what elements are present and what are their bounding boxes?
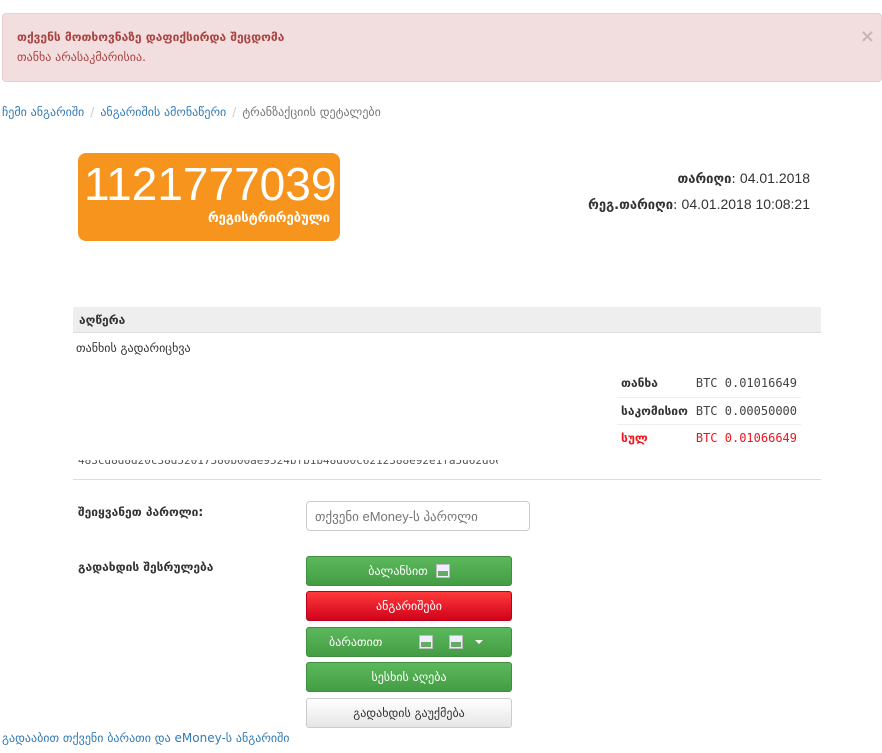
error-alert: თქვენს მოთხოვნაზე დაფიქსირდა შეცდომა თან… [2, 13, 882, 82]
image-icon [435, 564, 450, 578]
password-label: შეიყვანეთ პაროლი: [78, 505, 204, 519]
breadcrumb-current: ტრანზაქციის დეტალები [242, 105, 381, 119]
cancel-payment-button[interactable]: გადახდის გაუქმება [306, 698, 512, 728]
cancel-label: გადახდის გაუქმება [353, 706, 465, 720]
pay-by-card-button[interactable]: ბარათით [306, 627, 512, 657]
breadcrumb-my-account[interactable]: ჩემი ანგარიში [2, 105, 84, 119]
reg-date-label: რეგ.თარიღი [588, 198, 674, 213]
link-card-account-link[interactable]: გადააბით თქვენი ბარათი და eMoney-ს ანგარ… [2, 731, 290, 745]
description-text: თანხის გადარიცხვა [76, 341, 191, 355]
divider [73, 479, 821, 480]
transaction-hash: 483cd8d8d20c38d52017380b00ae9524bfb1b48d… [78, 460, 498, 470]
date-label: თარიღი [677, 172, 732, 187]
alert-title: თქვენს მოთხოვნაზე დაფიქსირდა შეცდომა [17, 30, 285, 44]
payment-label: გადახდის შესრულება [78, 560, 214, 574]
transaction-status: რეგისტრირებული [207, 211, 330, 226]
fee-value: BTC 0.00050000 [691, 396, 801, 424]
hash-text: 483cd8d8d20c38d52017380b00ae9524bfb1b48d… [78, 460, 498, 467]
accounts-label: ანგარიშები [376, 599, 442, 613]
summary-row-total: სულ BTC 0.01066649 [617, 423, 801, 451]
amount-label: თანხა [621, 376, 658, 391]
date-value: 04.01.2018 [739, 170, 810, 186]
close-icon[interactable]: × [860, 26, 875, 47]
total-value: BTC 0.01066649 [691, 423, 801, 451]
breadcrumb-separator: / [90, 105, 95, 119]
caret-down-icon[interactable] [475, 640, 483, 644]
breadcrumb-separator: / [232, 105, 237, 119]
reg-date-value: 04.01.2018 10:08:21 [681, 196, 810, 212]
transaction-id: 1121777039 [84, 158, 337, 210]
alert-message: თანხა არასაკმარისია. [17, 50, 146, 64]
fee-label: საკომისიო [617, 396, 692, 424]
loan-label: სესხის აღება [371, 670, 447, 684]
take-loan-button[interactable]: სესხის აღება [306, 662, 512, 692]
description-header: აღწერა [73, 307, 821, 333]
total-label: სულ [617, 423, 692, 451]
image-icon [449, 635, 463, 649]
summary-row-fee: საკომისიო BTC 0.00050000 [617, 396, 801, 424]
accounts-button[interactable]: ანგარიშები [306, 591, 512, 621]
card-label: ბარათით [329, 635, 383, 649]
image-icon [419, 635, 433, 649]
balance-label: ბალანსით [368, 564, 428, 578]
amount-value: BTC 0.01016649 [695, 376, 797, 391]
transaction-badge: 1121777039 რეგისტრირებული [78, 153, 340, 241]
pay-by-balance-button[interactable]: ბალანსით [306, 556, 512, 586]
summary-row-amount: თანხა BTC 0.01016649 [617, 370, 801, 397]
breadcrumb: ჩემი ანგარიში / ანგარიშის ამონაწერი / ტრანზა… [2, 105, 381, 119]
summary-table: თანხა BTC 0.01016649 საკომისიო BTC 0.00050… [617, 370, 801, 451]
breadcrumb-statement[interactable]: ანგარიშის ამონაწერი [100, 105, 226, 119]
password-input[interactable] [306, 501, 530, 531]
transaction-dates: თარიღი: 04.01.2018 რეგ.თარიღი: 04.01.201… [588, 170, 810, 213]
